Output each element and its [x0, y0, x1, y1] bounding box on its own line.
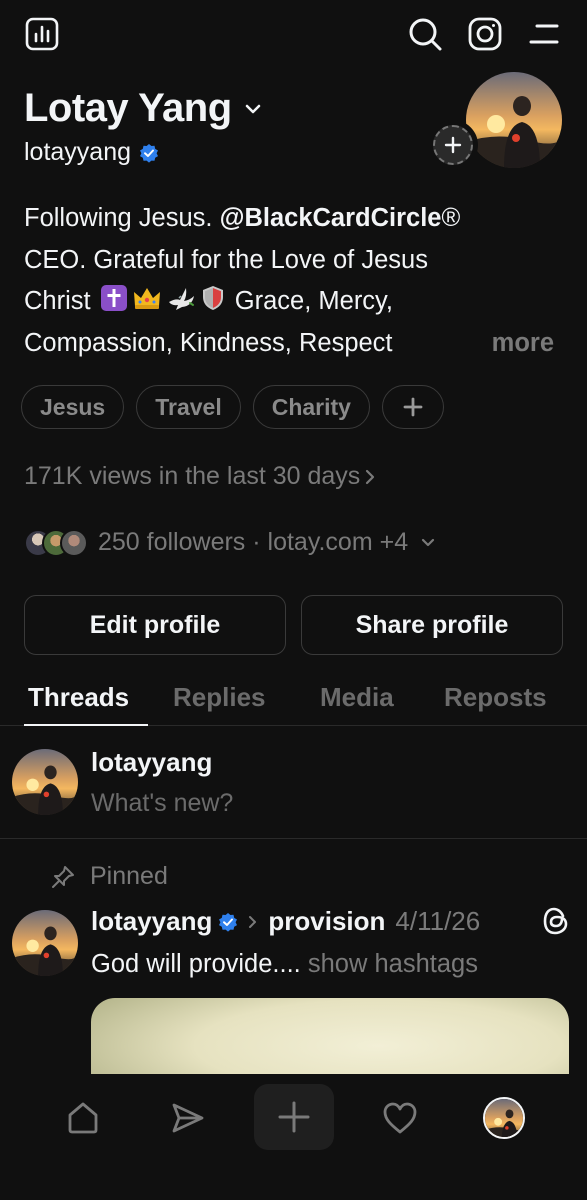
profile-handle-row: lotayyang — [24, 138, 159, 167]
follower-avatar — [60, 528, 88, 557]
edit-profile-button[interactable]: Edit profile — [24, 595, 286, 655]
shield-emoji-icon — [200, 284, 226, 312]
tab-reposts[interactable]: Reposts — [444, 682, 547, 713]
post-username[interactable]: lotayyang — [91, 906, 212, 937]
bio-mention-link[interactable]: @BlackCardCircle — [220, 204, 442, 232]
threads-logo-icon[interactable] — [542, 906, 570, 936]
tab-threads[interactable]: Threads — [28, 682, 129, 713]
bio-line1: Following Jesus. — [24, 204, 220, 232]
add-interest-button[interactable] — [381, 385, 444, 429]
composer-username: lotayyang — [91, 747, 213, 777]
followers-row[interactable]: 250 followers · lotay.com +4 — [24, 528, 436, 557]
tab-media[interactable]: Media — [320, 682, 394, 713]
crown-emoji-icon — [132, 284, 162, 312]
post-header: lotayyang provision 4/11/26 — [91, 906, 480, 937]
profile-tabs: Threads Replies Media Reposts — [0, 672, 587, 726]
post-topic-tag[interactable]: provision — [268, 906, 385, 937]
views-insights-link[interactable]: 171K views in the last 30 days — [24, 462, 376, 491]
profile-handle: lotayyang — [24, 138, 132, 166]
chevron-right-icon — [248, 914, 258, 930]
bio-more-link[interactable]: more — [492, 323, 554, 365]
verified-badge-icon — [218, 912, 238, 932]
show-hashtags-link[interactable]: show hashtags — [308, 950, 478, 978]
share-profile-button[interactable]: Share profile — [301, 595, 563, 655]
bio-registered-mark: ® — [441, 204, 461, 232]
post-author-avatar[interactable] — [12, 910, 78, 976]
chip-jesus[interactable]: Jesus — [21, 385, 125, 429]
follower-avatars — [24, 528, 88, 557]
profile-tab-avatar[interactable] — [474, 1088, 534, 1148]
chip-charity[interactable]: Charity — [252, 385, 370, 429]
pin-icon — [50, 864, 76, 890]
profile-avatar[interactable] — [466, 72, 562, 168]
latin-cross-emoji-icon — [100, 284, 128, 312]
home-icon[interactable] — [53, 1088, 113, 1148]
add-profile-photo-button[interactable] — [428, 120, 478, 170]
chevron-down-icon — [420, 537, 436, 549]
interest-chips: Jesus Travel Charity — [21, 385, 444, 429]
bio-line3-start: Christ — [24, 287, 98, 315]
new-thread-composer[interactable]: lotayyang What's new? — [0, 727, 587, 839]
profile-bio: Following Jesus. @BlackCardCircle® CEO. … — [24, 198, 554, 364]
followers-text: 250 followers · lotay.com +4 — [98, 528, 409, 556]
views-text: 171K views in the last 30 days — [24, 462, 361, 490]
bottom-navigation — [0, 1074, 587, 1200]
send-icon[interactable] — [158, 1088, 218, 1148]
composer-input[interactable]: What's new? — [91, 789, 233, 818]
bio-line3-end: Grace, Mercy, — [234, 287, 393, 315]
search-icon[interactable] — [405, 14, 445, 54]
insights-icon[interactable] — [22, 14, 62, 54]
pinned-label-row: Pinned — [50, 862, 168, 891]
verified-badge-icon — [139, 143, 159, 163]
heart-icon[interactable] — [370, 1088, 430, 1148]
active-tab-indicator — [24, 724, 148, 726]
composer-avatar — [12, 749, 78, 815]
create-thread-button[interactable] — [254, 1084, 334, 1150]
post-text: God will provide.... — [91, 950, 301, 978]
instagram-icon[interactable] — [465, 14, 505, 54]
chevron-right-icon — [364, 468, 376, 486]
tab-replies[interactable]: Replies — [173, 682, 266, 713]
chevron-down-icon — [244, 103, 262, 115]
chip-travel[interactable]: Travel — [136, 385, 241, 429]
profile-name-row[interactable]: Lotay Yang — [24, 86, 262, 131]
bio-line4: Compassion, Kindness, Respect — [24, 328, 393, 357]
post-date: 4/11/26 — [395, 906, 481, 936]
profile-name: Lotay Yang — [24, 86, 232, 130]
post-body: God will provide.... show hashtags — [91, 950, 478, 979]
pinned-label: Pinned — [90, 862, 168, 890]
dove-emoji-icon — [166, 284, 196, 312]
menu-icon[interactable] — [524, 14, 564, 54]
bio-line2: CEO. Grateful for the Love of Jesus — [24, 245, 428, 274]
